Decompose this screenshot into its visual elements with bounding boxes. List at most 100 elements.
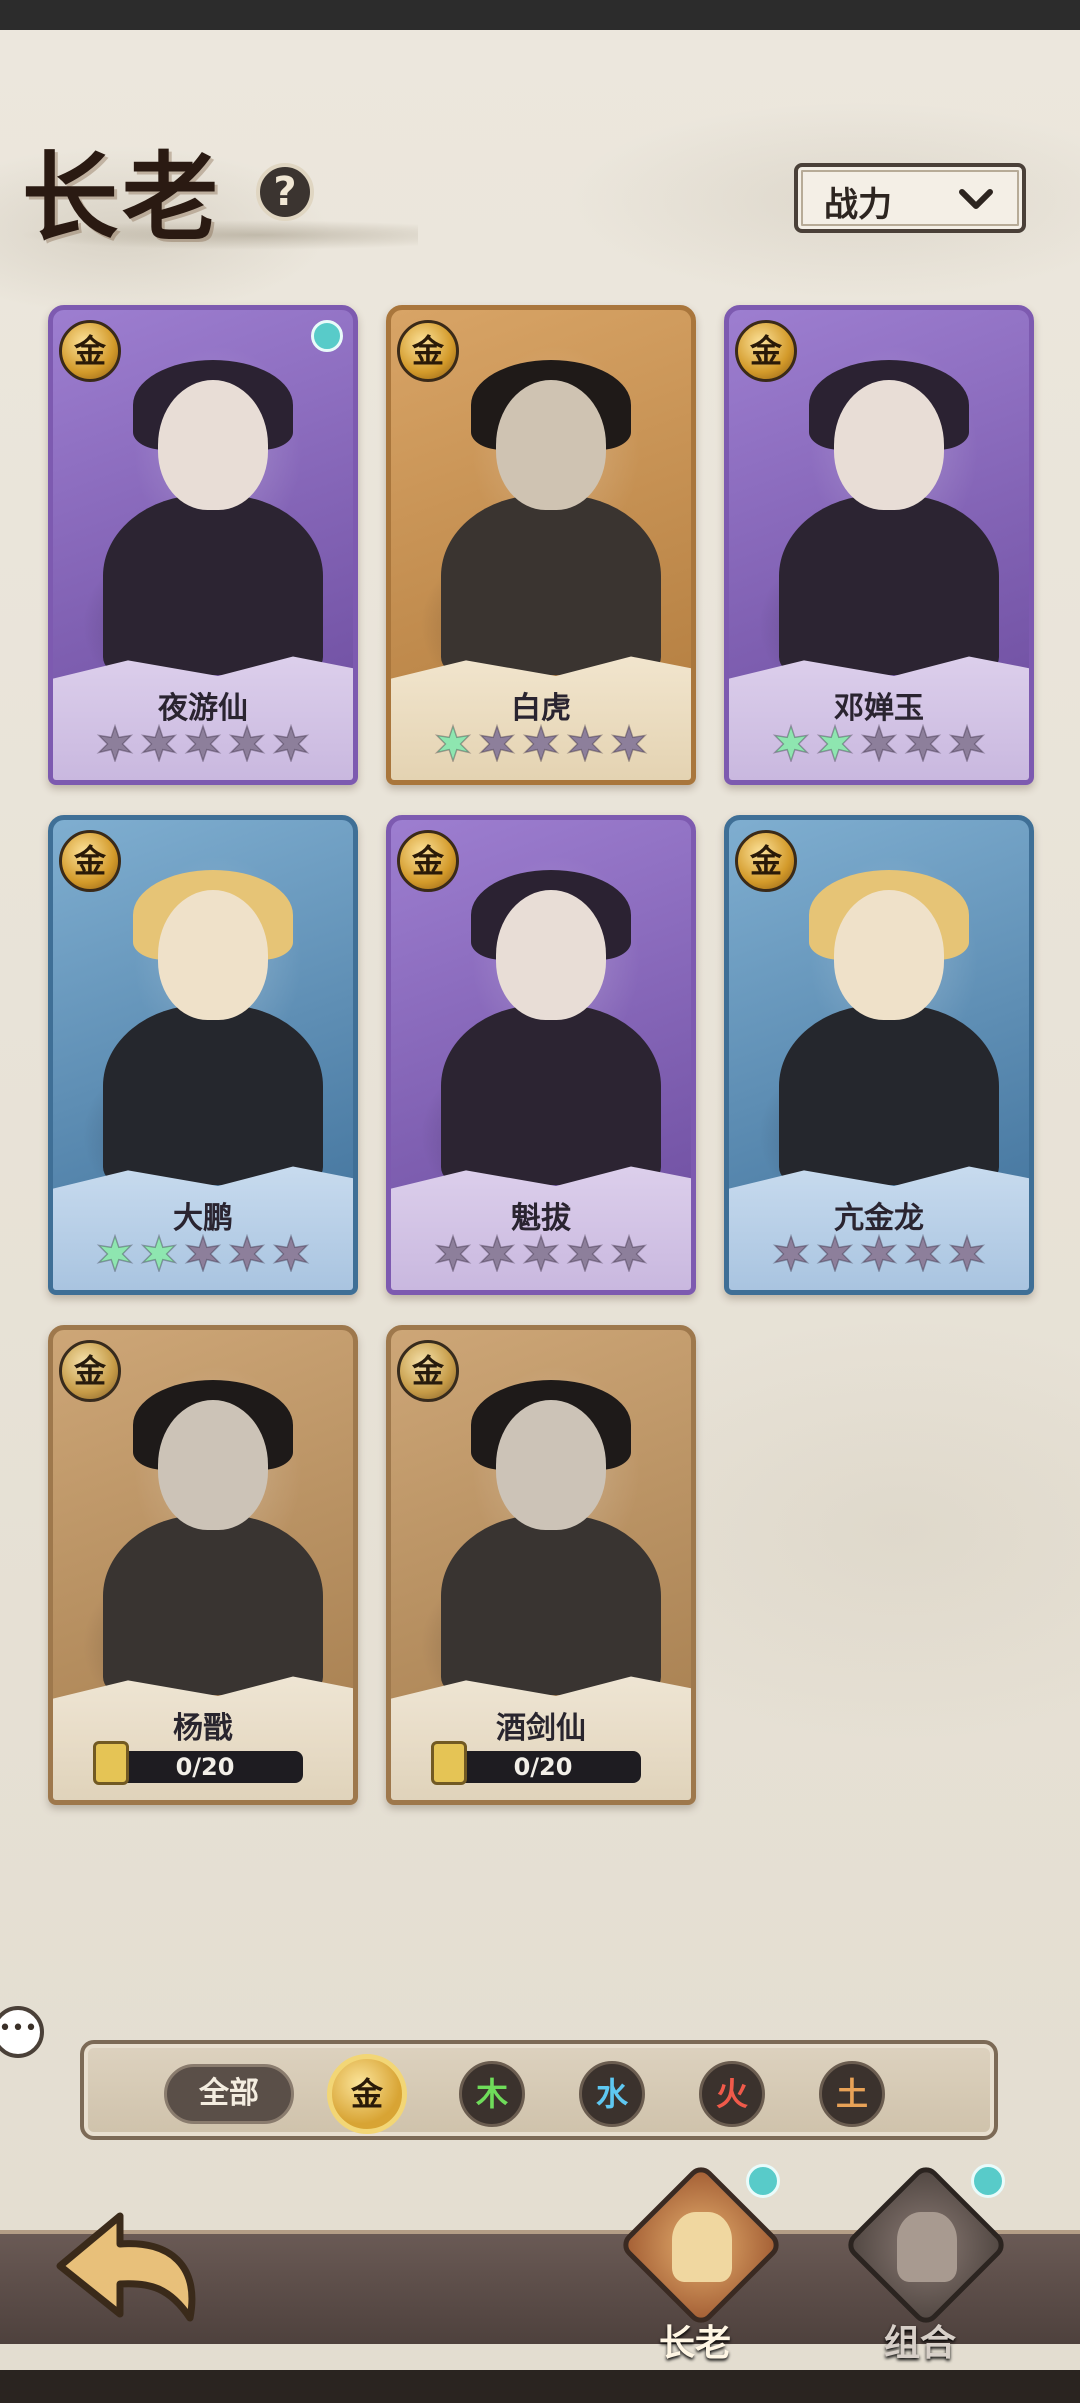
hero-name: 魁拔 <box>511 1201 571 1236</box>
portrait-head <box>496 380 606 510</box>
star-icon <box>904 724 942 762</box>
upgrade-arrow-icon <box>311 320 343 352</box>
star-icon <box>948 1234 986 1272</box>
star-icon <box>522 724 560 762</box>
star-icon <box>434 724 472 762</box>
star-icon <box>522 1234 560 1272</box>
upgrade-arrow-icon <box>746 2164 780 2198</box>
star-icon <box>904 1234 942 1272</box>
star-icon <box>610 724 648 762</box>
star-icon <box>96 1234 134 1272</box>
star-icon <box>434 1234 472 1272</box>
star-icon <box>140 724 178 762</box>
portrait-head <box>158 890 268 1020</box>
star-icon <box>184 1234 222 1272</box>
sort-selected-label: 战力 <box>824 185 892 225</box>
portrait-body <box>441 1005 661 1185</box>
portrait-body <box>441 495 661 675</box>
portrait-head <box>496 890 606 1020</box>
nav-tab-label: 组合 <box>883 2323 956 2364</box>
upgrade-arrow-icon <box>971 2164 1005 2198</box>
star-icon <box>96 724 134 762</box>
portrait-head <box>158 380 268 510</box>
nav-tab[interactable]: 组合 <box>835 2161 1010 2384</box>
element-badge: 金 <box>59 830 121 892</box>
nav-tab-label: 长老 <box>658 2323 731 2364</box>
star-rating <box>391 1234 691 1272</box>
hero-card[interactable]: 金 邓婵玉 <box>724 305 1034 785</box>
portrait-head <box>496 1400 606 1530</box>
element-badge: 金 <box>397 320 459 382</box>
puzzle-piece-icon <box>431 1741 467 1785</box>
element-badge: 金 <box>59 1340 121 1402</box>
sort-dropdown[interactable]: 战力 <box>794 163 1026 233</box>
hero-card[interactable]: 金 大鹏 <box>48 815 358 1295</box>
hero-name: 夜游仙 <box>158 691 248 726</box>
filter-all-button[interactable]: 全部 <box>164 2064 294 2124</box>
star-icon <box>816 724 854 762</box>
elder-figure-icon <box>897 2212 957 2282</box>
portrait-body <box>103 1005 323 1185</box>
hero-name: 亢金龙 <box>834 1201 924 1236</box>
page-title: 长老 <box>22 141 222 254</box>
star-icon <box>948 724 986 762</box>
portrait-body <box>103 1515 323 1695</box>
portrait-head <box>834 890 944 1020</box>
hero-name: 大鹏 <box>173 1201 233 1236</box>
hero-card[interactable]: 金 酒剑仙 0/20 <box>386 1325 696 1805</box>
bottom-navigation: 长老 组合 <box>0 2150 1080 2403</box>
filter-element-button[interactable]: 木 <box>459 2061 525 2127</box>
star-icon <box>228 1234 266 1272</box>
shard-progress: 0/20 <box>445 1751 641 1783</box>
element-badge: 金 <box>397 1340 459 1402</box>
star-icon <box>478 724 516 762</box>
element-badge: 金 <box>735 830 797 892</box>
star-icon <box>272 1234 310 1272</box>
element-filter-bar: 全部 金木水火土 <box>80 2040 998 2140</box>
portrait-body <box>103 495 323 675</box>
hero-card[interactable]: 金 杨戬 0/20 <box>48 1325 358 1805</box>
portrait-body <box>779 495 999 675</box>
question-mark-icon[interactable]: ? <box>256 163 314 221</box>
filter-element-button[interactable]: 水 <box>579 2061 645 2127</box>
hero-name: 白虎 <box>511 691 571 726</box>
star-icon <box>610 1234 648 1272</box>
puzzle-piece-icon <box>93 1741 129 1785</box>
star-rating <box>729 724 1029 762</box>
star-icon <box>566 1234 604 1272</box>
star-rating <box>391 724 691 762</box>
star-rating <box>729 1234 1029 1272</box>
element-badge: 金 <box>59 320 121 382</box>
star-icon <box>184 724 222 762</box>
star-rating <box>53 1234 353 1272</box>
hero-card[interactable]: 金 亢金龙 <box>724 815 1034 1295</box>
shard-progress: 0/20 <box>107 1751 303 1783</box>
filter-element-button[interactable]: 金 <box>327 2054 407 2134</box>
portrait-head <box>158 1400 268 1530</box>
hero-card[interactable]: 金 夜游仙 <box>48 305 358 785</box>
star-rating <box>53 724 353 762</box>
status-bar <box>0 0 1080 30</box>
star-icon <box>860 1234 898 1272</box>
filter-element-button[interactable]: 火 <box>699 2061 765 2127</box>
star-icon <box>566 724 604 762</box>
star-icon <box>772 724 810 762</box>
portrait-body <box>779 1005 999 1185</box>
chevron-down-icon <box>959 189 993 209</box>
star-icon <box>816 1234 854 1272</box>
portrait-head <box>834 380 944 510</box>
portrait-body <box>441 1515 661 1695</box>
back-arrow-icon[interactable] <box>40 2196 220 2336</box>
filter-element-button[interactable]: 土 <box>819 2061 885 2127</box>
element-badge: 金 <box>397 830 459 892</box>
star-icon <box>228 724 266 762</box>
star-icon <box>478 1234 516 1272</box>
hero-card[interactable]: 金 魁拔 <box>386 815 696 1295</box>
star-icon <box>272 724 310 762</box>
nav-tab[interactable]: 长老 <box>610 2161 785 2384</box>
star-icon <box>772 1234 810 1272</box>
element-badge: 金 <box>735 320 797 382</box>
hero-card[interactable]: 金 白虎 <box>386 305 696 785</box>
star-icon <box>140 1234 178 1272</box>
hero-name: 邓婵玉 <box>834 691 924 726</box>
